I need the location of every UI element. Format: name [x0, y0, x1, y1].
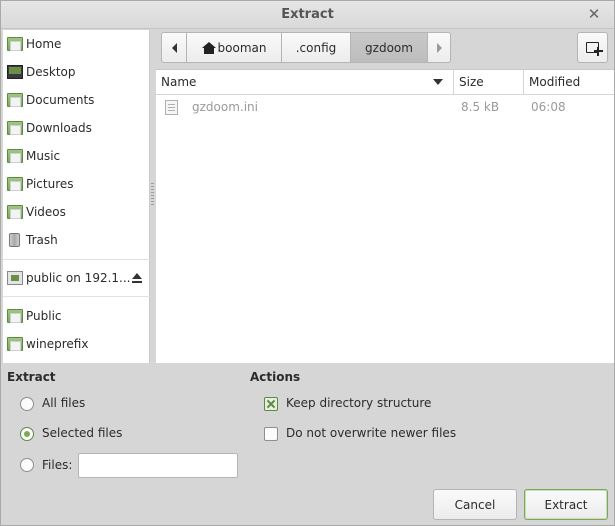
path-segment-booman[interactable]: booman — [186, 32, 282, 63]
sidebar-item-label: wineprefix — [26, 337, 89, 351]
create-folder-button[interactable] — [577, 32, 608, 63]
file-modified: 06:08 — [531, 100, 566, 114]
window-title: Extract — [281, 7, 334, 22]
files-pattern-input[interactable] — [78, 453, 238, 478]
downloads-folder-icon — [7, 121, 23, 135]
sidebar-item-desktop[interactable]: Desktop — [3, 60, 150, 84]
extract-dialog: Extract ✕ Home Desktop Documents Downloa… — [0, 0, 615, 526]
files-pattern-radio[interactable] — [20, 458, 34, 472]
eject-icon[interactable] — [132, 273, 142, 283]
folder-icon — [7, 337, 23, 351]
sidebar-item-videos[interactable]: Videos — [3, 200, 150, 224]
sidebar-item-label: Desktop — [26, 65, 76, 79]
sidebar-item-wineprefix[interactable]: wineprefix — [3, 332, 150, 356]
column-label: Size — [459, 75, 484, 89]
path-forward-button[interactable] — [427, 32, 451, 63]
sort-descending-icon — [433, 79, 443, 85]
sidebar-separator — [3, 259, 150, 260]
documents-folder-icon — [7, 93, 23, 107]
music-folder-icon — [7, 149, 23, 163]
keep-directory-structure-checkbox[interactable] — [264, 397, 278, 411]
path-segment-gzdoom[interactable]: gzdoom — [350, 32, 428, 63]
selected-files-label: Selected files — [42, 426, 123, 440]
all-files-label: All files — [42, 396, 86, 410]
sidebar-item-documents[interactable]: Documents — [3, 88, 150, 112]
sidebar-separator — [3, 296, 150, 297]
titlebar: Extract ✕ — [1, 1, 614, 29]
sidebar-item-label: Home — [26, 37, 62, 51]
close-icon[interactable]: ✕ — [586, 6, 602, 22]
home-icon — [201, 41, 216, 54]
file-size: 8.5 kB — [461, 100, 500, 114]
videos-folder-icon — [7, 205, 23, 219]
column-label: Name — [161, 75, 197, 89]
network-drive-icon — [7, 271, 23, 285]
sidebar-item-network-share[interactable]: public on 192.1... — [3, 266, 150, 290]
sidebar-item-label: Public — [26, 309, 62, 323]
do-not-overwrite-checkbox[interactable] — [264, 427, 278, 441]
column-label: Modified — [529, 75, 581, 89]
keep-directory-structure-label: Keep directory structure — [286, 396, 432, 410]
table-row[interactable]: gzdoom.ini 8.5 kB 06:08 — [156, 96, 614, 120]
chevron-left-icon — [171, 42, 177, 53]
column-header-modified[interactable]: Modified — [524, 70, 614, 95]
text-file-icon — [165, 100, 178, 115]
do-not-overwrite-label: Do not overwrite newer files — [286, 426, 457, 440]
plus-icon — [594, 47, 603, 56]
file-list: Name Size Modified gzdoom.ini 8.5 kB 06:… — [156, 69, 614, 363]
column-header-name[interactable]: Name — [156, 70, 454, 95]
extract-section-title: Extract — [7, 370, 56, 384]
sidebar-item-label: public on 192.1... — [26, 271, 131, 285]
chevron-right-icon — [436, 42, 442, 53]
pane-resize-handle[interactable] — [151, 183, 154, 207]
column-header-size[interactable]: Size — [454, 70, 524, 95]
sidebar-item-music[interactable]: Music — [3, 144, 150, 168]
folder-icon — [7, 309, 23, 323]
path-segment-label: gzdoom — [365, 40, 413, 55]
sidebar-item-label: Downloads — [26, 121, 92, 135]
pictures-folder-icon — [7, 177, 23, 191]
sidebar-item-home[interactable]: Home — [3, 32, 150, 56]
extract-button[interactable]: Extract — [524, 489, 608, 520]
files-pattern-label: Files: — [42, 458, 73, 472]
path-segment-label: .config — [295, 40, 337, 55]
sidebar-item-label: Pictures — [26, 177, 74, 191]
path-bar: booman .config gzdoom — [161, 32, 451, 63]
path-segment-config[interactable]: .config — [281, 32, 351, 63]
actions-section-title: Actions — [250, 370, 301, 384]
home-folder-icon — [7, 37, 23, 51]
trash-icon — [9, 233, 20, 247]
path-back-button[interactable] — [161, 32, 187, 63]
sidebar-item-label: Music — [26, 149, 61, 163]
sidebar-item-trash[interactable]: Trash — [3, 228, 150, 252]
desktop-icon — [7, 65, 23, 79]
sidebar-item-label: Documents — [26, 93, 95, 107]
sidebar-item-pictures[interactable]: Pictures — [3, 172, 150, 196]
places-sidebar: Home Desktop Documents Downloads Music P… — [3, 30, 150, 363]
sidebar-item-label: Trash — [26, 233, 58, 247]
all-files-radio[interactable] — [20, 397, 34, 411]
sidebar-item-downloads[interactable]: Downloads — [3, 116, 150, 140]
selected-files-radio[interactable] — [20, 427, 34, 441]
cancel-button[interactable]: Cancel — [433, 489, 517, 520]
sidebar-item-label: Videos — [26, 205, 66, 219]
file-name: gzdoom.ini — [192, 100, 258, 114]
path-segment-label: booman — [217, 40, 267, 55]
sidebar-item-public[interactable]: Public — [3, 304, 150, 328]
